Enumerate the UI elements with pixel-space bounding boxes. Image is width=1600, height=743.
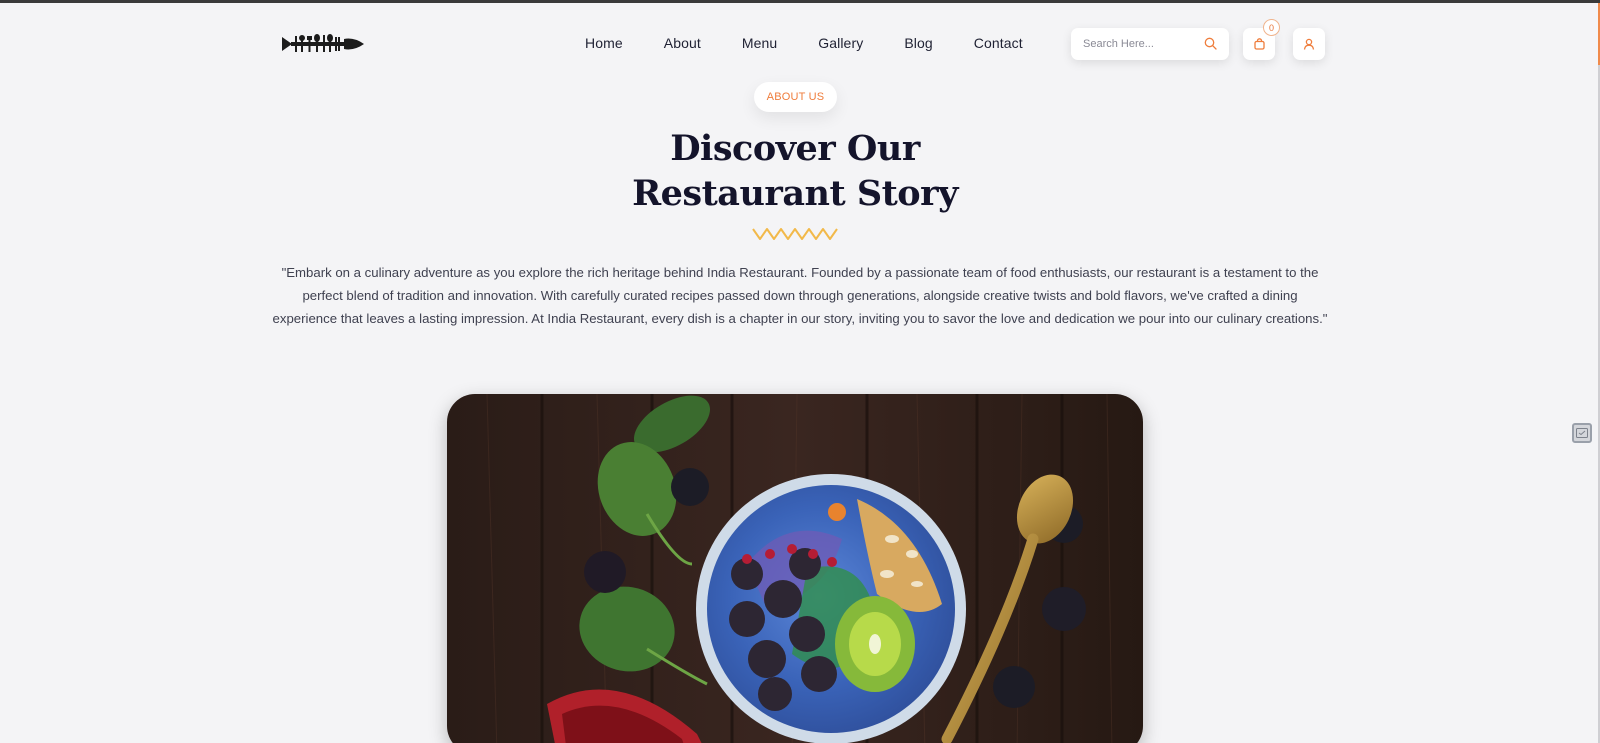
cart-button[interactable]: 0: [1243, 19, 1280, 60]
page-title: Discover Our Restaurant Story: [500, 126, 1090, 216]
shopping-bag-icon: [1253, 38, 1265, 50]
search-icon[interactable]: [1204, 37, 1217, 50]
smoothie-bowl-illustration: [447, 394, 1143, 743]
fish-cutlery-logo[interactable]: [282, 31, 364, 57]
main-nav: Home About Menu Gallery Blog Contact: [585, 25, 1023, 61]
user-icon: [1303, 38, 1315, 50]
nav-contact[interactable]: Contact: [974, 35, 1023, 51]
section-tag: ABOUT US: [754, 82, 837, 112]
search-input[interactable]: [1083, 38, 1201, 50]
nav-home[interactable]: Home: [585, 35, 623, 51]
account-button[interactable]: [1293, 28, 1325, 60]
nav-about[interactable]: About: [664, 35, 701, 51]
chat-icon: [1576, 428, 1588, 438]
nav-gallery[interactable]: Gallery: [818, 35, 863, 51]
nav-menu[interactable]: Menu: [742, 35, 777, 51]
nav-blog[interactable]: Blog: [904, 35, 932, 51]
site-header: Home About Menu Gallery Blog Contact 0: [282, 19, 1325, 61]
story-paragraph: "Embark on a culinary adventure as you e…: [272, 265, 1328, 326]
floating-side-widget[interactable]: [1572, 423, 1592, 443]
search-box: [1071, 28, 1229, 60]
title-line-1: Discover Our: [670, 128, 920, 169]
cart-count-badge: 0: [1263, 19, 1280, 36]
hero-food-image: [447, 394, 1143, 743]
title-line-2: Restaurant Story: [632, 173, 958, 214]
zigzag-divider: [752, 228, 838, 240]
